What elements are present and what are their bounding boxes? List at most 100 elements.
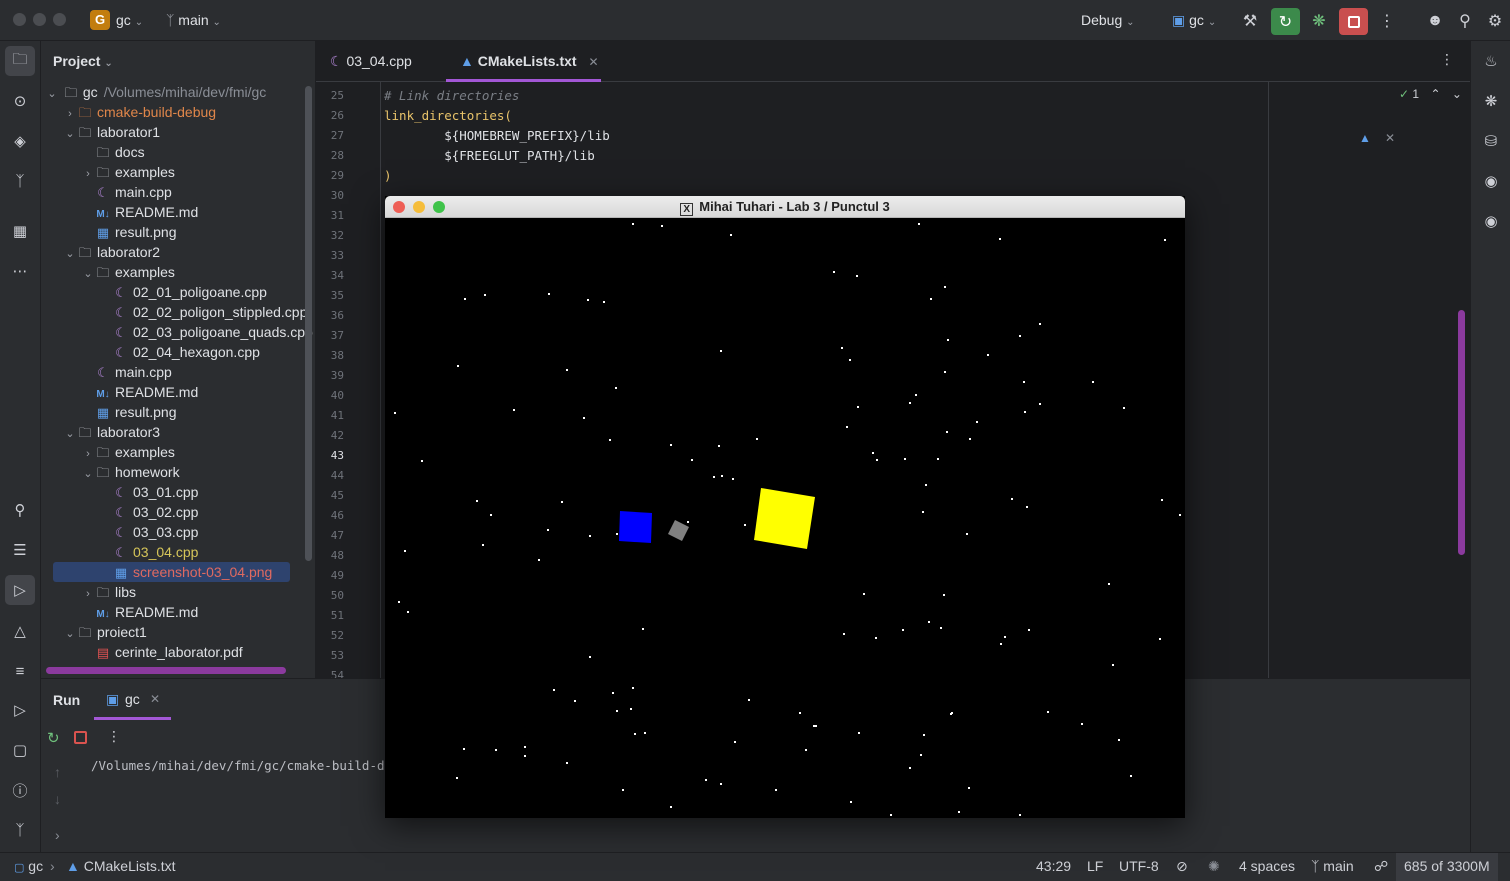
project-badge[interactable]: G [90, 10, 110, 30]
caret-position[interactable]: 43:29 [1036, 858, 1071, 874]
tree-item[interactable]: 🗀 docs [81, 142, 144, 162]
add-user-icon[interactable]: ☻ [1422, 8, 1448, 34]
zoom-window-button[interactable] [53, 13, 66, 26]
tree-item[interactable]: ☾ 03_02.cpp [99, 502, 198, 522]
tab-options-icon[interactable]: ⋮ [1440, 51, 1454, 68]
notifications-bell-icon[interactable]: ♨ [1479, 49, 1503, 73]
tree-item[interactable]: ⌄ 🗀 laborator3 [63, 422, 160, 442]
tree-root[interactable]: ⌄ 🗀 gc/Volumes/mihai/dev/fmi/gc [45, 82, 266, 102]
git-icon[interactable]: ᛉ [8, 818, 32, 842]
debug-bug-icon[interactable]: ❋ [1306, 8, 1332, 34]
close-tab-icon[interactable]: ✕ [588, 55, 598, 69]
close-icon[interactable]: ✕ [1385, 131, 1395, 145]
tree-item[interactable]: ☾ 02_04_hexagon.cpp [99, 342, 260, 362]
breadcrumb-file[interactable]: ▲ CMakeLists.txt [66, 858, 176, 874]
tree-horizontal-scrollbar[interactable] [46, 667, 286, 674]
project-name[interactable]: gc ⌄ [116, 12, 143, 28]
x11-title-bar[interactable]: X Mihai Tuhari - Lab 3 / Punctul 3 [385, 196, 1185, 218]
tree-item[interactable]: ☾ 02_01_poligoane.cpp [99, 282, 267, 302]
close-tab-icon[interactable]: ✕ [150, 692, 160, 706]
copilot-chat-icon[interactable]: ◉ [1479, 209, 1503, 233]
rerun-icon[interactable]: ↻ [47, 729, 60, 747]
cmake-target-icon: ▣ [1172, 12, 1186, 28]
chevron-up-icon[interactable]: ⌃ [1430, 87, 1440, 101]
tree-item[interactable]: ☾ 03_01.cpp [99, 482, 198, 502]
search-icon[interactable]: ⚲ [1452, 8, 1478, 34]
memory-indicator[interactable]: 685 of 3300M [1396, 853, 1498, 881]
lock-icon[interactable]: ☍ [1374, 858, 1388, 875]
chevron-down-icon[interactable]: ⌄ [1452, 87, 1462, 101]
more-vertical-icon[interactable]: ⋮ [107, 728, 121, 745]
status-branch[interactable]: ᛉ main [1311, 858, 1354, 874]
tree-item[interactable]: ▦ result.png [81, 402, 177, 422]
file-encoding[interactable]: UTF-8 [1119, 858, 1159, 874]
find-icon[interactable]: ⚲ [8, 498, 32, 522]
run-tab-gc[interactable]: ▣ gc ✕ [94, 679, 171, 720]
tree-item[interactable]: ☾ 03_04.cpp [99, 542, 198, 562]
branch-selector[interactable]: ᛉ main ⌄ [166, 12, 221, 28]
tab-cmakelists[interactable]: ▲ CMakeLists.txt ✕ [446, 41, 601, 82]
run-tool-icon[interactable]: ▷ [5, 575, 35, 605]
tree-item[interactable]: › 🗀 examples [81, 162, 175, 182]
chevron-right-icon[interactable]: › [55, 827, 60, 843]
arrow-down-icon[interactable]: ↓ [54, 791, 61, 807]
project-folder-icon[interactable]: 🗀 [5, 46, 35, 76]
rerun-icon[interactable]: ↻ [1271, 8, 1300, 35]
project-panel-title[interactable]: Project ⌄ [53, 53, 113, 69]
services-icon[interactable]: ▷ [8, 698, 32, 722]
cmake-icon[interactable]: △ [8, 619, 32, 643]
tree-item[interactable]: ☾ 03_03.cpp [99, 522, 198, 542]
arrow-up-icon[interactable]: ↑ [54, 764, 61, 780]
cmake-reload-icon[interactable]: ▲ [1359, 131, 1371, 145]
stop-icon[interactable] [74, 731, 87, 744]
minimize-window-button[interactable] [33, 13, 46, 26]
ai-chat-icon[interactable]: ❋ [1479, 89, 1503, 113]
tree-item[interactable]: › 🗀 libs [81, 582, 136, 602]
tree-item[interactable]: ⌄ 🗀 homework [81, 462, 179, 482]
tree-item[interactable]: ☾ main.cpp [81, 182, 172, 202]
tree-item[interactable]: › 🗀 examples [81, 442, 175, 462]
tree-item[interactable]: M↓ README.md [81, 382, 198, 402]
problems-icon[interactable]: ⓘ [8, 778, 32, 802]
opengl-window[interactable]: X Mihai Tuhari - Lab 3 / Punctul 3 [385, 196, 1185, 818]
tab-03-04-cpp[interactable]: ☾ 03_04.cpp [316, 41, 446, 82]
terminal-icon[interactable]: ▢ [8, 738, 32, 762]
indent-setting[interactable]: 4 spaces [1239, 858, 1295, 874]
pull-requests-icon[interactable]: ᛉ [8, 169, 32, 193]
inspection-widget[interactable]: ✓ 1 ⌃ ⌄ [1399, 87, 1462, 101]
tree-item[interactable]: ▤ cerinte_laborator.pdf [81, 642, 243, 662]
tree-item[interactable]: ⌄ 🗀 proiect1 [63, 622, 146, 642]
line-ending[interactable]: LF [1087, 858, 1103, 874]
close-window-button[interactable] [13, 13, 26, 26]
more-horizontal-icon[interactable]: ⋯ [8, 259, 32, 283]
more-vertical-icon[interactable]: ⋮ [1374, 8, 1400, 34]
editor-vertical-scrollbar[interactable] [1458, 310, 1465, 555]
run-config-selector[interactable]: Debug ⌄ [1081, 12, 1135, 28]
target-selector[interactable]: ▣ gc ⌄ [1172, 12, 1216, 29]
tab-label: 03_04.cpp [346, 53, 412, 69]
structure-icon[interactable]: ▦ [8, 219, 32, 243]
breadcrumb-project[interactable]: ▢ gc [14, 858, 43, 874]
tree-item[interactable]: ⌄ 🗀 laborator2 [63, 242, 160, 262]
tree-vertical-scrollbar[interactable] [305, 86, 312, 561]
copilot-icon[interactable]: ◉ [1479, 169, 1503, 193]
tree-item[interactable]: ☾ 02_02_poligon_stippled.cpp [99, 302, 307, 322]
todo-list-icon[interactable]: ☰ [8, 538, 32, 562]
ai-assistant-icon[interactable]: ◈ [8, 129, 32, 153]
tree-item[interactable]: ⌄ 🗀 examples [81, 262, 175, 282]
settings-gear-icon[interactable]: ⚙ [1482, 8, 1508, 34]
tree-item[interactable]: ☾ main.cpp [81, 362, 172, 382]
database-icon[interactable]: ⛁ [1479, 129, 1503, 153]
tree-item[interactable]: ⌄ 🗀 laborator1 [63, 122, 160, 142]
tree-item[interactable]: ▦ result.png [81, 222, 177, 242]
build-hammer-icon[interactable]: ⚒ [1237, 8, 1263, 34]
messages-icon[interactable]: ≡ [8, 659, 32, 683]
tree-item[interactable]: M↓ README.md [81, 202, 198, 222]
commit-icon[interactable]: ⊙ [8, 89, 32, 113]
tree-item[interactable]: M↓ README.md [81, 602, 198, 622]
tree-item-selected[interactable]: ▦ screenshot-03_04.png [99, 562, 272, 582]
tree-item[interactable]: ☾ 02_03_poligoane_quads.cpp [99, 322, 313, 342]
no-eye-icon[interactable]: ⊘ [1176, 858, 1188, 875]
tree-item[interactable]: › 🗀 cmake-build-debug [63, 102, 216, 122]
stop-icon[interactable] [1339, 8, 1368, 35]
